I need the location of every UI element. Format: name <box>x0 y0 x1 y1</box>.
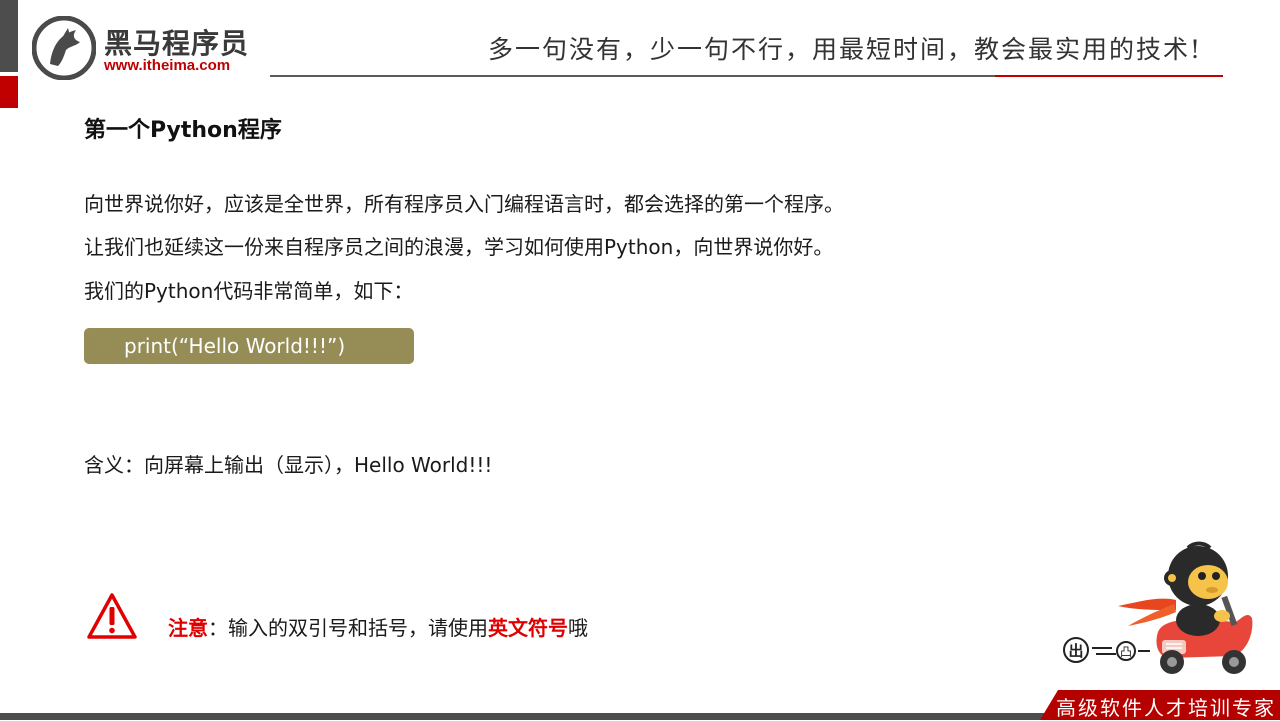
brand-logo: 黑马程序员 www.itheima.com <box>32 16 272 80</box>
note-suffix: 哦 <box>568 616 588 640</box>
meaning-text: 含义：向屏幕上输出（显示），Hello World!!! <box>84 453 493 477</box>
note-line: 注意：输入的双引号和括号，请使用英文符号哦 <box>168 612 588 641</box>
note-highlight: 英文符号 <box>488 616 568 640</box>
header-divider <box>270 75 995 77</box>
logo-url: www.itheima.com <box>104 57 231 74</box>
footer-tagline: 高级软件人才培训专家 <box>1056 696 1276 720</box>
mascot-sign-1: 出 <box>1068 642 1083 660</box>
header-slogan: 多一句没有，少一句不行，用最短时间，教会最实用的技术! <box>488 35 1203 64</box>
note-label: 注意 <box>168 616 208 640</box>
left-accent-bar <box>0 0 18 72</box>
code-example: print(“Hello World!!!”) <box>84 328 414 364</box>
paragraph-3: 我们的Python代码非常简单，如下： <box>84 279 414 303</box>
horse-logo-icon <box>32 16 96 80</box>
monkey-scooter-mascot-icon: 出 凸 <box>1063 541 1253 674</box>
left-accent-red <box>0 76 18 108</box>
logo-name: 黑马程序员 <box>104 27 250 60</box>
paragraph-2: 让我们也延续这一份来自程序员之间的浪漫，学习如何使用Python，向世界说你好。 <box>84 235 834 259</box>
note-text: ：输入的双引号和括号，请使用 <box>208 616 488 640</box>
header-divider-accent <box>995 75 1223 77</box>
slide-title: 第一个Python程序 <box>84 118 282 143</box>
paragraph-1: 向世界说你好，应该是全世界，所有程序员入门编程语言时，都会选择的第一个程序。 <box>84 192 844 216</box>
warning-icon <box>87 593 137 639</box>
mascot-sign-2: 凸 <box>1120 645 1132 659</box>
